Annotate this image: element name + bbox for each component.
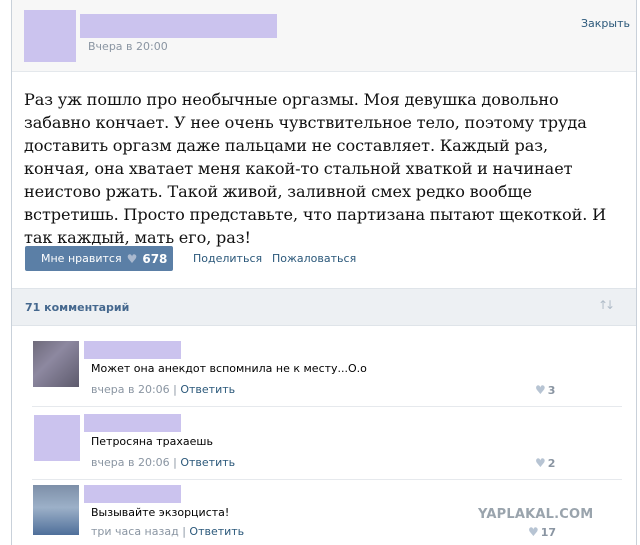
- heart-icon: ♥: [126, 251, 138, 266]
- comment-likes[interactable]: ♥ 17: [528, 525, 556, 539]
- comment-time[interactable]: вчера в 20:06: [91, 456, 170, 469]
- comment-divider: [32, 479, 622, 480]
- sort-order-icon[interactable]: ↑↓: [598, 298, 615, 312]
- comment-like-count: 3: [547, 383, 556, 397]
- comment-like-count: 17: [540, 525, 557, 539]
- comment-avatar[interactable]: [34, 415, 80, 461]
- like-count: 678: [142, 251, 168, 266]
- author-avatar[interactable]: [24, 10, 76, 62]
- watermark: YAPLAKAL.COM: [478, 507, 594, 522]
- heart-icon: ♥: [528, 525, 539, 539]
- post-text: Раз уж пошло про необычные оргазмы. Моя …: [24, 90, 607, 247]
- comment-avatar[interactable]: [33, 485, 79, 535]
- comment-likes[interactable]: ♥ 3: [535, 383, 555, 397]
- close-link[interactable]: Закрыть: [581, 17, 630, 30]
- comment-author-redacted[interactable]: [84, 414, 181, 432]
- heart-icon: ♥: [535, 456, 546, 470]
- comments-count[interactable]: 71 комментарий: [25, 301, 129, 314]
- comment-likes[interactable]: ♥ 2: [535, 456, 555, 470]
- comment-text: Петросяна трахаешь: [91, 435, 213, 448]
- comment-meta: вчера в 20:06 | Ответить: [91, 383, 236, 396]
- comment-author-redacted[interactable]: [84, 341, 181, 359]
- like-button[interactable]: Мне нравится ♥ 678: [25, 246, 173, 271]
- author-name-redacted[interactable]: [80, 14, 277, 38]
- like-label: Мне нравится: [41, 252, 122, 265]
- report-link[interactable]: Пожаловаться: [272, 252, 356, 265]
- reply-link[interactable]: Ответить: [180, 456, 235, 469]
- comment-text: Вызывайте экзорциста!: [91, 506, 230, 519]
- comment-author-redacted[interactable]: [84, 485, 181, 503]
- comment-text: Может она анекдот вспомнила не к месту..…: [91, 362, 367, 375]
- comments-header: 71 комментарий ↑↓: [12, 288, 636, 326]
- comment-avatar[interactable]: [33, 341, 79, 387]
- reply-link[interactable]: Ответить: [189, 525, 244, 538]
- comment-like-count: 2: [547, 456, 556, 470]
- comment-divider: [32, 406, 622, 407]
- comment-time[interactable]: три часа назад: [91, 525, 179, 538]
- share-link[interactable]: Поделиться: [193, 252, 262, 265]
- comment-meta: три часа назад | Ответить: [91, 525, 245, 538]
- heart-icon: ♥: [535, 383, 546, 397]
- post-time[interactable]: Вчера в 20:00: [88, 40, 168, 53]
- comment-time[interactable]: вчера в 20:06: [91, 383, 170, 396]
- reply-link[interactable]: Ответить: [180, 383, 235, 396]
- comment-meta: вчера в 20:06 | Ответить: [91, 456, 236, 469]
